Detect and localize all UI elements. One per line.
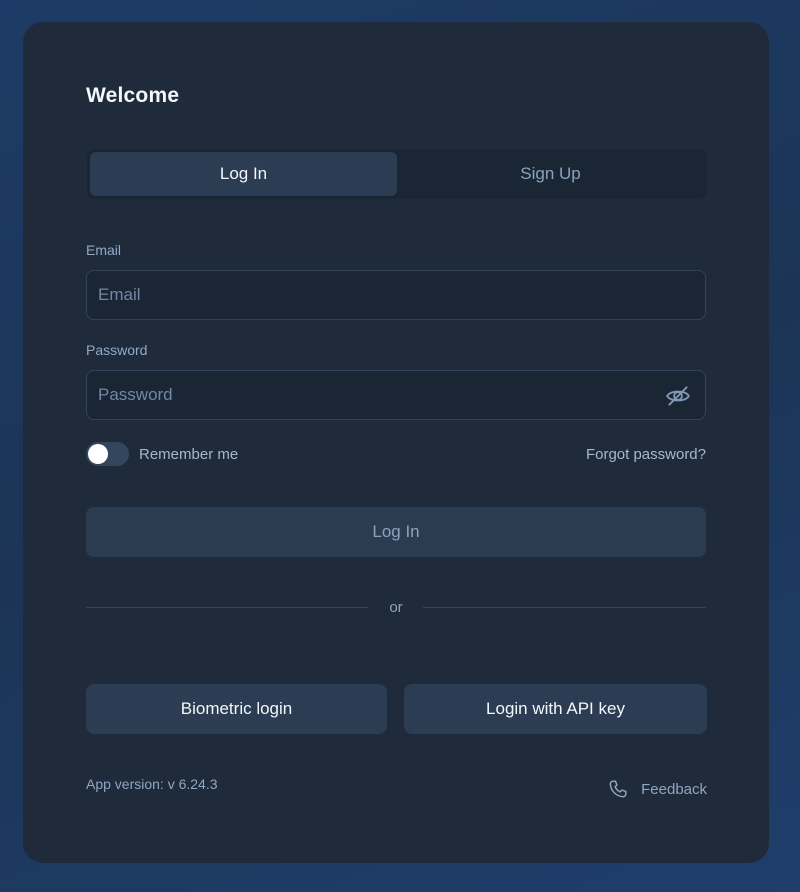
login-form: Welcome Log In Sign Up Email Password Re… xyxy=(86,22,707,863)
tab-sign-up[interactable]: Sign Up xyxy=(397,152,704,196)
forgot-password-link[interactable]: Forgot password? xyxy=(586,446,706,463)
page-title: Welcome xyxy=(86,84,180,107)
auth-tabs: Log In Sign Up xyxy=(87,149,707,199)
phone-icon xyxy=(609,780,627,798)
password-field-wrapper xyxy=(86,370,706,420)
password-label: Password xyxy=(86,342,148,358)
eye-off-icon[interactable] xyxy=(665,383,691,409)
or-divider: or xyxy=(86,597,706,619)
remember-me-label[interactable]: Remember me xyxy=(139,446,238,463)
remember-me-toggle[interactable] xyxy=(86,442,129,466)
tab-log-in[interactable]: Log In xyxy=(90,152,397,196)
feedback-link[interactable]: Feedback xyxy=(607,776,707,802)
biometric-login-button[interactable]: Biometric login xyxy=(86,684,387,734)
password-field[interactable] xyxy=(87,371,705,419)
feedback-label: Feedback xyxy=(641,780,707,798)
email-field[interactable] xyxy=(87,271,705,319)
toggle-knob xyxy=(88,444,108,464)
log-in-button[interactable]: Log In xyxy=(86,507,706,557)
api-key-login-button[interactable]: Login with API key xyxy=(404,684,707,734)
login-card: Welcome Log In Sign Up Email Password Re… xyxy=(23,22,769,863)
divider-line-right xyxy=(423,607,706,608)
email-label: Email xyxy=(86,242,122,258)
email-field-wrapper xyxy=(86,270,706,320)
app-version: App version: v 6.24.3 xyxy=(86,776,218,792)
remember-row: Remember me Forgot password? xyxy=(86,440,706,468)
